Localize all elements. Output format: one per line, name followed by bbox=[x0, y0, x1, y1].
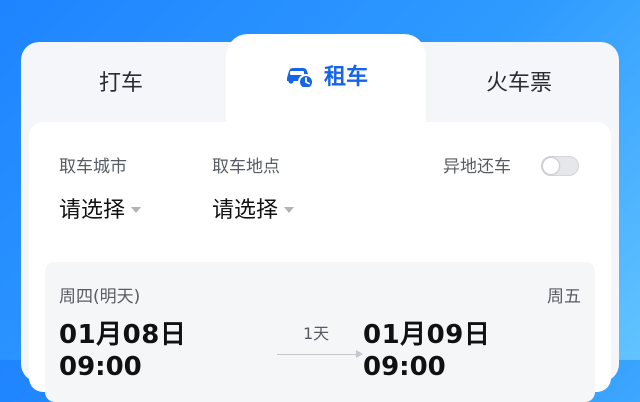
date-range-selector[interactable]: 周四(明天) 01月08日 09:00 1天 周五 01月09日 09:00 bbox=[45, 262, 595, 402]
return-date[interactable]: 01月09日 bbox=[363, 314, 490, 351]
tab-train[interactable]: 火车票 bbox=[419, 42, 619, 120]
pickup-location-select[interactable]: 请选择 bbox=[212, 192, 295, 224]
caret-down-icon bbox=[131, 207, 142, 213]
tab-taxi-label: 打车 bbox=[98, 71, 143, 96]
arrow-right-icon bbox=[356, 350, 363, 358]
return-elsewhere-toggle[interactable] bbox=[541, 156, 579, 176]
toggle-knob bbox=[543, 158, 559, 174]
return-elsewhere-label: 异地还车 bbox=[443, 157, 511, 177]
return-time[interactable]: 09:00 bbox=[363, 352, 446, 382]
pickup-location-label: 取车地点 bbox=[212, 157, 280, 177]
rental-duration: 1天 bbox=[303, 324, 330, 343]
pickup-city-label: 取车城市 bbox=[59, 157, 127, 177]
pickup-date[interactable]: 01月08日 bbox=[59, 314, 186, 351]
tab-rental-label: 租车 bbox=[323, 65, 368, 90]
pickup-time[interactable]: 09:00 bbox=[59, 352, 142, 382]
pickup-city-select[interactable]: 请选择 bbox=[59, 192, 142, 224]
pickup-day-label: 周四(明天) bbox=[59, 287, 141, 307]
tab-train-label: 火车票 bbox=[485, 71, 552, 96]
arrow-line bbox=[277, 354, 357, 355]
tab-rental[interactable]: 租车 bbox=[226, 34, 426, 124]
pickup-location-value: 请选择 bbox=[212, 198, 279, 223]
rental-form: 取车城市 请选择 取车地点 请选择 异地还车 周四(明天) 01月08日 09:… bbox=[29, 122, 611, 402]
tab-taxi[interactable]: 打车 bbox=[21, 42, 221, 120]
caret-down-icon bbox=[284, 207, 295, 213]
car-clock-icon bbox=[286, 68, 314, 87]
return-day-label: 周五 bbox=[547, 287, 581, 307]
pickup-city-value: 请选择 bbox=[59, 198, 126, 223]
booking-card: 打车 租车 火车票 取车城市 请选择 取车地点 请选择 异地还车 周四(明天) … bbox=[21, 34, 619, 402]
